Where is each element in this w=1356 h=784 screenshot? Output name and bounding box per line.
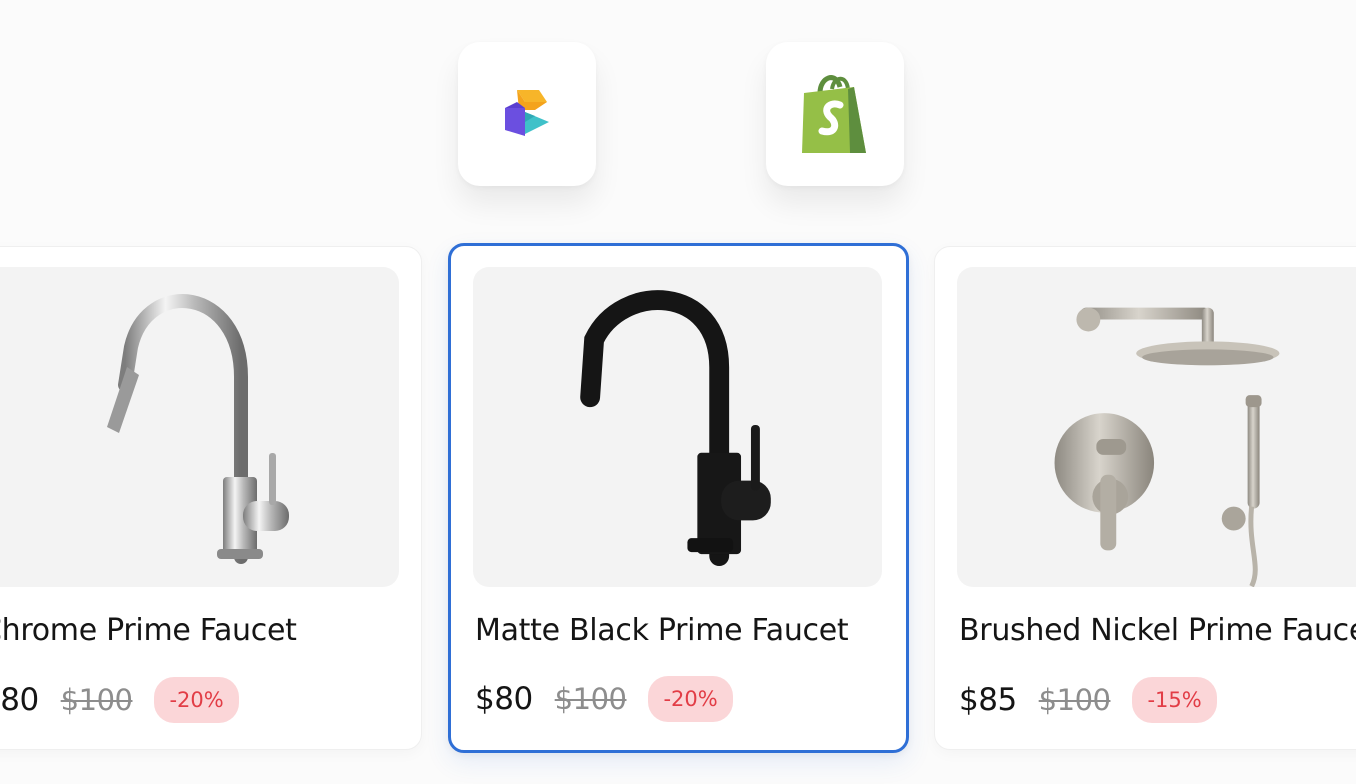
discount-badge: -15% — [1132, 677, 1217, 723]
product-image — [957, 267, 1356, 587]
product-old-price: $100 — [1038, 683, 1111, 717]
product-price: $80 — [475, 681, 533, 717]
product-carousel-stage: Chrome Prime Faucet $80 $100 -20% Matte … — [0, 0, 1356, 784]
price-row: $80 $100 -20% — [475, 676, 733, 722]
product-image — [473, 267, 882, 587]
price-row: $85 $100 -15% — [959, 677, 1217, 723]
brushed-nickel-shower-set-image — [1054, 307, 1280, 587]
product-title: Chrome Prime Faucet — [0, 613, 297, 648]
discount-badge: -20% — [154, 677, 239, 723]
app-logo-tile[interactable] — [458, 42, 596, 186]
price-row: $80 $100 -20% — [0, 677, 239, 723]
shopify-logo-tile[interactable] — [766, 42, 904, 186]
matte-black-faucet-image — [580, 290, 771, 566]
product-price: $80 — [0, 682, 39, 718]
product-old-price: $100 — [554, 682, 627, 716]
product-card[interactable]: Brushed Nickel Prime Faucet $85 $100 -15… — [934, 246, 1356, 750]
chrome-faucet-image — [107, 294, 289, 564]
discount-badge: -20% — [648, 676, 733, 722]
cube-logo-icon — [505, 90, 549, 136]
shopify-bag-icon — [802, 75, 866, 153]
product-title: Brushed Nickel Prime Faucet — [959, 613, 1356, 648]
product-old-price: $100 — [60, 683, 133, 717]
product-title: Matte Black Prime Faucet — [475, 613, 849, 648]
product-image — [0, 267, 399, 587]
product-card[interactable]: Chrome Prime Faucet $80 $100 -20% — [0, 246, 422, 750]
product-card-selected[interactable]: Matte Black Prime Faucet $80 $100 -20% — [448, 243, 909, 753]
product-price: $85 — [959, 682, 1017, 718]
